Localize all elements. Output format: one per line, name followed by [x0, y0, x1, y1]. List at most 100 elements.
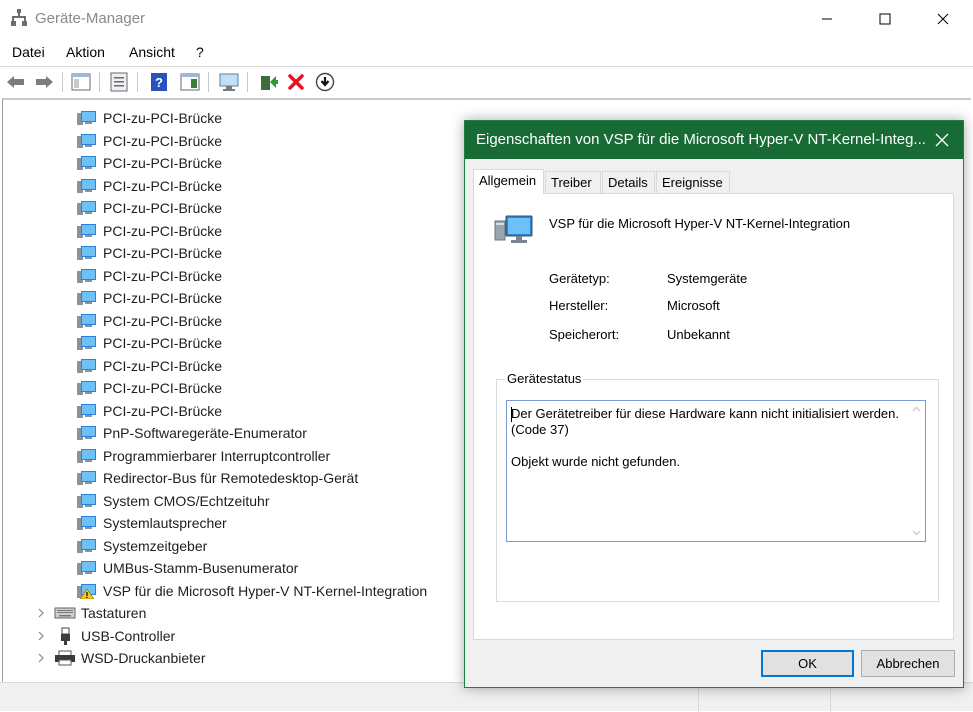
tree-item-system-device[interactable]: UMBus-Stamm-Busenumerator — [77, 557, 298, 579]
update-driver-icon — [261, 76, 278, 90]
tree-item-system-device[interactable]: Programmierbarer Interruptcontroller — [77, 445, 330, 467]
tree-item-label: UMBus-Stamm-Busenumerator — [103, 560, 299, 576]
tree-item-system-device[interactable]: PCI-zu-PCI-Brücke — [77, 130, 222, 152]
system-device-icon — [77, 493, 96, 508]
device-type-label: Gerätetyp: — [549, 271, 610, 286]
tree-item-system-device[interactable]: PCI-zu-PCI-Brücke — [77, 265, 222, 287]
tree-item-system-device[interactable]: PCI-zu-PCI-Brücke — [77, 287, 222, 309]
chevron-right-icon[interactable] — [36, 608, 46, 618]
window-title: Geräte-Manager — [35, 10, 146, 27]
toolbar: ? — [0, 67, 973, 97]
tab-allgemein[interactable]: Allgemein — [473, 169, 544, 194]
system-device-icon — [77, 538, 96, 553]
tree-item-system-device[interactable]: PCI-zu-PCI-Brücke — [77, 152, 222, 174]
forward-button[interactable] — [33, 71, 55, 93]
tree-item-system-device[interactable]: PCI-zu-PCI-Brücke — [77, 197, 222, 219]
tree-category-label: WSD-Druckanbieter — [81, 650, 206, 666]
tree-item-label: PCI-zu-PCI-Brücke — [103, 110, 223, 126]
keyboard-icon — [54, 607, 76, 619]
tree-category-label: Tastaturen — [81, 605, 147, 621]
tree-item-system-device[interactable]: PnP-Softwaregeräte-Enumerator — [77, 422, 307, 444]
scan-hardware-button[interactable] — [218, 71, 240, 93]
tree-item-label: Systemlautsprecher — [103, 515, 227, 531]
dialog-title: Eigenschaften von VSP für die Microsoft … — [476, 131, 926, 148]
title-bar: Geräte-Manager — [0, 0, 973, 38]
tree-item-system-device[interactable]: PCI-zu-PCI-Brücke — [77, 107, 222, 129]
tree-item-system-device[interactable]: Systemzeitgeber — [77, 535, 207, 557]
status-textbox-scrollbar[interactable] — [908, 401, 925, 541]
tree-item-system-device[interactable]: Systemlautsprecher — [77, 512, 227, 534]
vendor-label: Hersteller: — [549, 298, 609, 313]
system-device-icon — [77, 448, 96, 463]
show-hide-button[interactable] — [179, 71, 201, 93]
help-button[interactable]: ? — [148, 71, 170, 93]
tab-details[interactable]: Details — [602, 171, 655, 193]
location-value: Unbekannt — [667, 327, 730, 342]
chevron-up-icon — [912, 406, 921, 412]
console-tree-button[interactable] — [70, 71, 92, 93]
chevron-right-icon[interactable] — [36, 631, 46, 641]
device-status-text: Der Gerätetreiber für diese Hardware kan… — [511, 406, 900, 469]
disable-device-button[interactable] — [314, 71, 336, 93]
ok-button[interactable]: OK — [761, 650, 854, 677]
update-driver-button[interactable] — [257, 71, 279, 93]
device-status-textbox[interactable]: Der Gerätetreiber für diese Hardware kan… — [506, 400, 926, 542]
tree-item-system-device[interactable]: PCI-zu-PCI-Brücke — [77, 310, 222, 332]
menu-ansicht[interactable]: Ansicht — [129, 44, 175, 60]
device-status-title: Gerätestatus — [505, 371, 584, 386]
printer-icon — [55, 650, 75, 666]
uninstall-button[interactable] — [285, 71, 307, 93]
properties-button[interactable] — [108, 71, 130, 93]
tree-item-label: PCI-zu-PCI-Brücke — [103, 245, 223, 261]
tree-item-label: PCI-zu-PCI-Brücke — [103, 200, 223, 216]
menu-aktion[interactable]: Aktion — [66, 44, 105, 60]
tree-item-system-device[interactable]: Redirector-Bus für Remotedesktop-Gerät — [77, 467, 358, 489]
system-device-icon — [77, 561, 96, 575]
tree-item-vsp-hyperv[interactable]: VSP für die Microsoft Hyper-V NT-Kernel-… — [77, 580, 427, 602]
menu-help[interactable]: ? — [196, 44, 204, 60]
tree-category-wsd-druckanbieter[interactable]: WSD-Druckanbieter — [36, 647, 205, 669]
tree-item-label: Redirector-Bus für Remotedesktop-Gerät — [103, 470, 359, 486]
tree-category-usb-controller[interactable]: USB-Controller — [36, 625, 175, 647]
tree-item-system-device[interactable]: PCI-zu-PCI-Brücke — [77, 400, 222, 422]
tree-item-system-device[interactable]: System CMOS/Echtzeituhr — [77, 490, 270, 512]
tree-category-tastaturen[interactable]: Tastaturen — [36, 602, 146, 624]
tree-item-label: System CMOS/Echtzeituhr — [103, 492, 270, 509]
tab-treiber[interactable]: Treiber — [545, 171, 601, 193]
dialog-title-bar: Eigenschaften von VSP für die Microsoft … — [465, 121, 963, 159]
menu-bar: Datei Aktion Ansicht ? — [0, 40, 973, 66]
dialog-close-button[interactable] — [920, 121, 963, 159]
forward-arrow-icon — [36, 76, 53, 88]
close-button[interactable] — [913, 0, 973, 38]
system-device-icon — [77, 516, 96, 530]
chevron-right-icon[interactable] — [36, 653, 46, 663]
tree-item-label: PCI-zu-PCI-Brücke — [103, 380, 223, 396]
system-device-icon — [77, 156, 96, 170]
tab-panel-allgemein: VSP für die Microsoft Hyper-V NT-Kernel-… — [473, 193, 954, 640]
svg-text:?: ? — [155, 75, 163, 90]
tree-item-system-device[interactable]: PCI-zu-PCI-Brücke — [77, 377, 222, 399]
tree-item-system-device[interactable]: PCI-zu-PCI-Brücke — [77, 355, 222, 377]
device-name: VSP für die Microsoft Hyper-V NT-Kernel-… — [549, 216, 851, 231]
tree-item-label: PCI-zu-PCI-Brücke — [103, 155, 223, 171]
tree-item-label: PCI-zu-PCI-Brücke — [103, 312, 223, 329]
tree-item-system-device[interactable]: PCI-zu-PCI-Brücke — [77, 220, 222, 242]
tab-ereignisse[interactable]: Ereignisse — [656, 171, 730, 193]
maximize-button[interactable] — [855, 0, 915, 38]
tree-item-label: PCI-zu-PCI-Brücke — [103, 222, 223, 239]
toolbar-separator — [208, 72, 209, 92]
console-tree-icon — [71, 73, 91, 91]
device-type-value: Systemgeräte — [667, 271, 748, 286]
back-button[interactable] — [5, 71, 27, 93]
tree-item-system-device[interactable]: PCI-zu-PCI-Brücke — [77, 242, 222, 264]
system-device-icon — [77, 178, 96, 193]
cancel-button[interactable]: Abbrechen — [861, 650, 955, 677]
menu-datei[interactable]: Datei — [12, 44, 45, 60]
location-label: Speicherort: — [549, 327, 620, 342]
minimize-button[interactable] — [797, 0, 857, 38]
tree-item-system-device[interactable]: PCI-zu-PCI-Brücke — [77, 175, 222, 197]
system-device-icon — [77, 291, 96, 305]
tree-item-system-device[interactable]: PCI-zu-PCI-Brücke — [77, 332, 222, 354]
tree-item-label: PCI-zu-PCI-Brücke — [103, 267, 223, 284]
system-device-icon — [77, 111, 96, 125]
